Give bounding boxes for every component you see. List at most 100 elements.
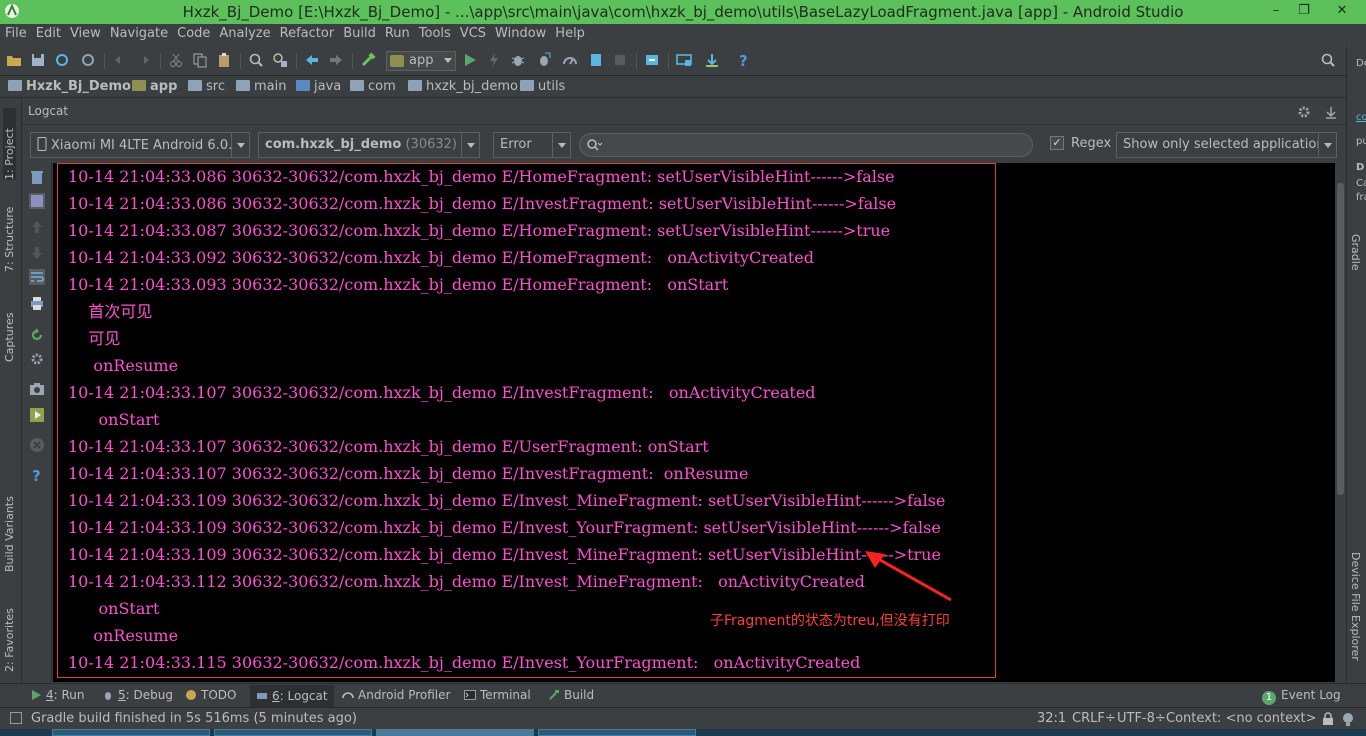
menu-view[interactable]: View <box>65 24 105 41</box>
menu-code[interactable]: Code <box>172 24 214 41</box>
crumb-app[interactable]: app <box>132 79 177 94</box>
caret-position[interactable]: 32:1 <box>1037 711 1066 726</box>
avd-manager-icon[interactable] <box>676 52 692 68</box>
search-everywhere-icon[interactable] <box>1320 52 1336 68</box>
restore-button[interactable]: ❐ <box>1290 0 1318 22</box>
clear-logcat-icon[interactable] <box>29 169 45 185</box>
crumb-java[interactable]: java <box>296 79 341 94</box>
tool-window-captures[interactable]: Captures <box>3 292 16 362</box>
tool-window-structure[interactable]: 7: Structure <box>3 192 16 272</box>
find-icon[interactable] <box>248 52 264 68</box>
help-icon[interactable]: ? <box>29 467 45 483</box>
tab-todo[interactable]: TODO <box>185 688 236 702</box>
logcat-output[interactable]: 10-14 21:04:33.086 30632-30632/com.hxzk_… <box>53 163 1335 682</box>
stop-icon[interactable] <box>612 52 628 68</box>
soft-wrap-icon[interactable] <box>29 269 45 285</box>
scrollbar-thumb[interactable] <box>1337 183 1344 495</box>
paste-icon[interactable] <box>216 52 232 68</box>
crumb-main[interactable]: main <box>236 79 286 94</box>
profile-icon[interactable] <box>562 52 578 68</box>
log-scrollbar[interactable] <box>1335 163 1346 682</box>
crumb-project[interactable]: Hxzk_Bj_Demo <box>8 79 131 94</box>
log-level-select[interactable]: Error <box>493 132 571 158</box>
menu-refactor[interactable]: Refactor <box>275 24 339 41</box>
menu-tools[interactable]: Tools <box>414 24 455 41</box>
help-icon[interactable]: ? <box>736 52 752 68</box>
crumb-src[interactable]: src <box>188 79 225 94</box>
menu-file[interactable]: File <box>0 24 31 41</box>
search-input[interactable] <box>579 133 1033 157</box>
forward-icon[interactable] <box>328 52 344 68</box>
process-select[interactable]: com.hxzk_bj_demo (30632) <box>258 132 480 158</box>
menu-run[interactable]: Run <box>380 24 414 41</box>
line-separator[interactable]: CRLF÷ <box>1072 711 1116 726</box>
tab-terminal[interactable]: Terminal <box>464 688 531 702</box>
gear-icon[interactable] <box>1296 104 1312 120</box>
tool-window-device-file-explorer[interactable]: Device File Explorer <box>1349 552 1362 672</box>
close-icon[interactable] <box>29 437 45 453</box>
apply-changes-icon[interactable] <box>486 52 502 68</box>
taskbar-item[interactable] <box>214 729 372 736</box>
scroll-to-end-icon[interactable] <box>29 193 45 209</box>
replace-icon[interactable] <box>272 52 288 68</box>
tool-window-build-variants[interactable]: Build Variants <box>3 482 16 572</box>
menu-vcs[interactable]: VCS <box>455 24 490 41</box>
screen-capture-icon[interactable] <box>29 381 45 397</box>
undo-icon[interactable] <box>112 52 128 68</box>
sync-icon[interactable] <box>54 52 70 68</box>
taskbar-item[interactable] <box>538 729 696 736</box>
up-arrow-icon[interactable] <box>29 219 45 235</box>
screen-record-icon[interactable] <box>29 407 45 423</box>
event-log-button[interactable]: 1 Event Log <box>1262 688 1341 705</box>
attach-debugger-icon[interactable] <box>536 52 552 68</box>
restart-icon[interactable] <box>29 327 45 343</box>
cut-icon[interactable] <box>168 52 184 68</box>
settings-icon[interactable] <box>29 351 45 367</box>
inspection-icon[interactable] <box>1340 711 1356 727</box>
file-encoding[interactable]: UTF-8÷ <box>1117 711 1166 726</box>
crumb-com[interactable]: com <box>350 79 396 94</box>
hide-panel-icon[interactable] <box>1324 104 1338 120</box>
tab-android-profiler[interactable]: Android Profiler <box>342 688 450 702</box>
lock-icon[interactable] <box>1322 712 1334 726</box>
make-project-icon[interactable] <box>360 52 376 68</box>
tab-logcat[interactable]: 6: Logcat <box>250 685 334 707</box>
open-folder-icon[interactable] <box>6 52 22 68</box>
device-select[interactable]: Xiaomi MI 4LTE Android 6.0.1 <box>30 132 250 158</box>
taskbar-item[interactable] <box>376 729 534 736</box>
tool-windows-toggle-icon[interactable] <box>10 712 22 724</box>
context-indicator[interactable]: Context: <no context> <box>1166 711 1317 726</box>
sdk-manager-icon[interactable] <box>704 52 720 68</box>
filter-select[interactable]: Show only selected application <box>1116 132 1337 158</box>
menu-help[interactable]: Help <box>550 24 589 41</box>
tab-debug[interactable]: 5: Debug <box>102 688 173 702</box>
menu-analyze[interactable]: Analyze <box>214 24 274 41</box>
tool-window-favorites[interactable]: 2: Favorites <box>3 592 16 672</box>
redo-icon[interactable] <box>136 52 152 68</box>
crumb-utils[interactable]: utils <box>520 79 565 94</box>
menu-window[interactable]: Window <box>490 24 550 41</box>
menu-edit[interactable]: Edit <box>31 24 65 41</box>
taskbar-item[interactable] <box>52 729 210 736</box>
tool-window-gradle[interactable]: Gradle <box>1349 234 1362 294</box>
crumb-hxzk[interactable]: hxzk_bj_demo <box>408 79 518 94</box>
minimize-button[interactable]: – <box>1262 0 1290 22</box>
copy-icon[interactable] <box>192 52 208 68</box>
tab-build[interactable]: Build <box>548 688 594 702</box>
refresh-icon[interactable] <box>80 52 96 68</box>
run-config-select[interactable]: app <box>386 51 456 71</box>
run-icon[interactable] <box>462 52 478 68</box>
close-button[interactable]: ✕ <box>1322 0 1362 22</box>
print-icon[interactable] <box>29 295 45 311</box>
tab-run[interactable]: 4: Run <box>30 688 85 702</box>
down-arrow-icon[interactable] <box>29 245 45 261</box>
back-icon[interactable] <box>304 52 320 68</box>
debug-icon[interactable] <box>510 52 526 68</box>
regex-checkbox[interactable]: ✓ <box>1050 136 1064 150</box>
menu-build[interactable]: Build <box>338 24 380 41</box>
save-icon[interactable] <box>30 52 46 68</box>
coverage-icon[interactable] <box>588 52 604 68</box>
sync-gradle-icon[interactable] <box>644 52 660 68</box>
menu-navigate[interactable]: Navigate <box>105 24 172 41</box>
tool-window-project[interactable]: 1: Project <box>3 108 16 180</box>
